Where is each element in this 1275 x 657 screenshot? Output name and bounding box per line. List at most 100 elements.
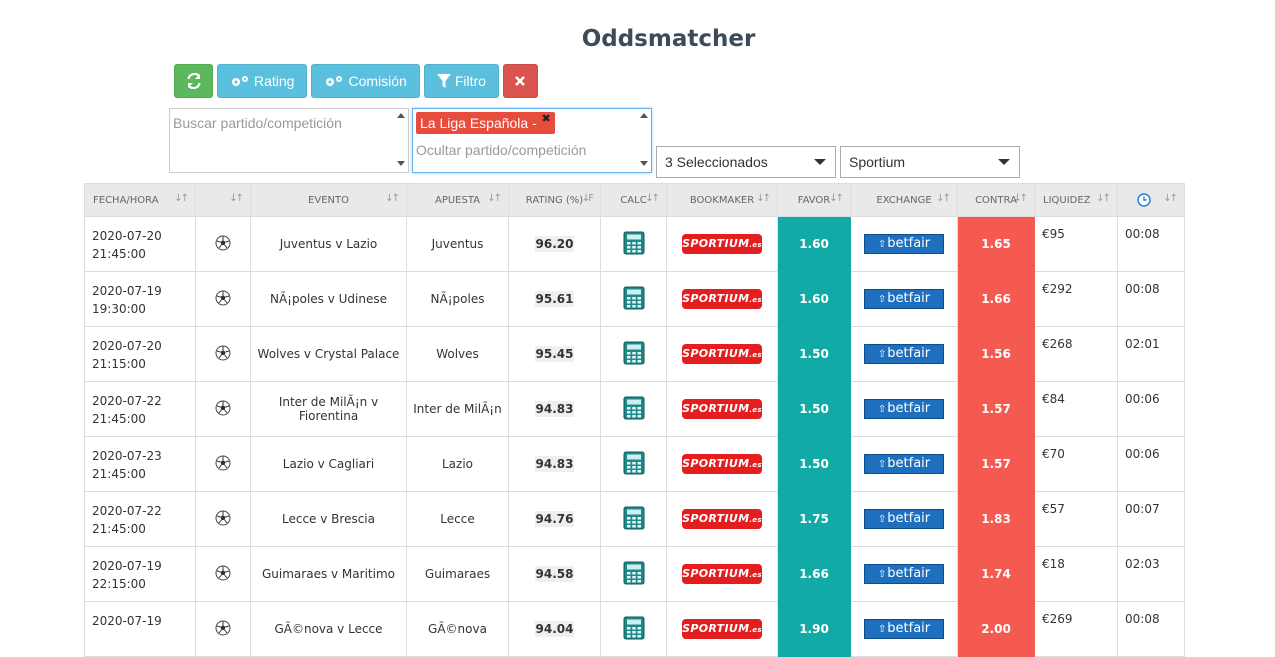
soccer-ball-icon <box>215 455 231 474</box>
table-row[interactable]: 2020-07-19 22:15:00 Guimaraes v Maritimo Gu… <box>84 546 1185 602</box>
sport-cell <box>195 326 251 382</box>
toolbar: Rating Comisión Filtro <box>174 64 538 98</box>
table-row[interactable]: 2020-07-20 21:15:00 Wolves v Crystal Palac… <box>84 326 1185 382</box>
clear-button[interactable] <box>502 64 538 98</box>
bet-cell: Wolves <box>406 326 509 382</box>
sort-icon: ↓↑ <box>645 193 660 204</box>
calculator-icon[interactable] <box>623 231 645 258</box>
scroll-up-icon[interactable] <box>640 113 648 118</box>
calculator-icon[interactable] <box>623 616 645 643</box>
sport-cell <box>195 436 251 492</box>
betfair-logo[interactable]: ⇧betfair <box>864 289 944 309</box>
calculator-icon[interactable] <box>623 561 645 588</box>
col-evento[interactable]: EVENTO ↓↑ <box>250 183 407 217</box>
date-value: 2020-07-19 <box>92 284 162 298</box>
sort-icon: ↓↑ <box>229 193 244 204</box>
rating-value: 94.58 <box>534 566 575 582</box>
calculator-icon[interactable] <box>623 451 645 478</box>
betfair-logo[interactable]: ⇧betfair <box>864 399 944 419</box>
col-contra[interactable]: CONTRA ↓↑ <box>957 183 1035 217</box>
col-apuesta[interactable]: APUESTA ↓↑ <box>406 183 509 217</box>
search-input[interactable]: Buscar partido/competición <box>169 108 409 173</box>
sportium-logo[interactable]: SPORTIUM.es <box>682 564 762 584</box>
sports-select[interactable]: 3 Seleccionados <box>656 146 836 178</box>
rating-value: 94.83 <box>534 401 575 417</box>
sportium-logo[interactable]: SPORTIUM.es <box>682 619 762 639</box>
scroll-down-icon[interactable] <box>640 161 648 166</box>
comision-button[interactable]: Comisión <box>311 64 420 98</box>
filtro-button[interactable]: Filtro <box>423 64 499 98</box>
sportium-logo[interactable]: SPORTIUM.es <box>682 399 762 419</box>
favor-cell: 1.60 <box>777 216 851 272</box>
sportium-logo[interactable]: SPORTIUM.es <box>682 289 762 309</box>
betfair-logo[interactable]: ⇧betfair <box>864 454 944 474</box>
col-calc[interactable]: CALC ↓↑ <box>600 183 667 217</box>
exchange-label: betfair <box>887 511 931 526</box>
scroll-up-icon[interactable] <box>397 113 405 118</box>
sportium-logo[interactable]: SPORTIUM.es <box>682 234 762 254</box>
remove-tag-icon[interactable]: ✖ <box>542 111 551 127</box>
comision-button-label: Comisión <box>348 73 407 89</box>
table-row[interactable]: 2020-07-22 21:45:00 Lecce v Brescia Lecce 94… <box>84 491 1185 547</box>
exchange-cell: ⇧betfair <box>850 381 958 437</box>
date-cell: 2020-07-23 21:45:00 <box>84 436 196 492</box>
rating-cell: 94.76 <box>508 491 601 547</box>
date-cell: 2020-07-19 <box>84 601 196 657</box>
col-sport[interactable]: ↓↑ <box>195 183 251 217</box>
table-row[interactable]: 2020-07-23 21:45:00 Lazio v Cagliari Lazio 9… <box>84 436 1185 492</box>
refresh-button[interactable] <box>174 64 213 98</box>
col-label: CALC <box>620 194 647 206</box>
col-age[interactable]: ↓↑ <box>1117 183 1185 217</box>
rating-button[interactable]: Rating <box>217 64 308 98</box>
sort-icon: ↓↑ <box>829 193 844 204</box>
table-row[interactable]: 2020-07-19 GÃ©nova v Lecce GÃ©nova 94.04 SPO… <box>84 601 1185 657</box>
sort-icon: ↓↑ <box>487 193 502 204</box>
betfair-logo[interactable]: ⇧betfair <box>864 344 944 364</box>
betfair-logo[interactable]: ⇧betfair <box>864 619 944 639</box>
sportium-logo[interactable]: SPORTIUM.es <box>682 454 762 474</box>
sportium-logo[interactable]: SPORTIUM.es <box>682 344 762 364</box>
bet-cell: Lazio <box>406 436 509 492</box>
betfair-logo[interactable]: ⇧betfair <box>864 509 944 529</box>
betfair-logo[interactable]: ⇧betfair <box>864 564 944 584</box>
scrollbar[interactable] <box>638 110 650 171</box>
calculator-icon[interactable] <box>623 506 645 533</box>
col-bookmaker[interactable]: BOOKMAKER ↓↑ <box>666 183 778 217</box>
bookmaker-suffix: .es <box>749 351 762 359</box>
betfair-arrow-icon: ⇧ <box>877 624 887 635</box>
contra-cell: 1.66 <box>957 271 1035 327</box>
col-rating[interactable]: RATING (%) ↓F <box>508 183 601 217</box>
contra-cell: 1.56 <box>957 326 1035 382</box>
bookmaker-select[interactable]: Sportium <box>840 146 1020 178</box>
liquidity-cell: €268 <box>1034 326 1118 382</box>
table-row[interactable]: 2020-07-22 21:45:00 Inter de MilÃ¡n v Fior… <box>84 381 1185 437</box>
scrollbar[interactable] <box>395 110 407 171</box>
calculator-icon[interactable] <box>623 286 645 313</box>
bookmaker-cell: SPORTIUM.es <box>666 491 778 547</box>
exchange-label: betfair <box>887 346 931 361</box>
calculator-icon[interactable] <box>623 396 645 423</box>
col-fecha[interactable]: FECHA/HORA ↓↑ <box>84 183 196 217</box>
col-favor[interactable]: FAVOR ↓↑ <box>777 183 851 217</box>
calculator-icon[interactable] <box>623 341 645 368</box>
contra-cell: 1.65 <box>957 216 1035 272</box>
exchange-cell: ⇧betfair <box>850 216 958 272</box>
rating-value: 95.61 <box>534 291 575 307</box>
table-row[interactable]: 2020-07-19 19:30:00 NÃ¡poles v Udinese NÃ¡p… <box>84 271 1185 327</box>
filter-icon <box>436 74 451 88</box>
betfair-arrow-icon: ⇧ <box>877 459 887 470</box>
soccer-ball-icon <box>215 510 231 529</box>
sportium-logo[interactable]: SPORTIUM.es <box>682 509 762 529</box>
col-exchange[interactable]: EXCHANGE ↓↑ <box>850 183 958 217</box>
bookmaker-label: SPORTIUM <box>682 512 750 525</box>
exchange-cell: ⇧betfair <box>850 436 958 492</box>
bet-cell: Juventus <box>406 216 509 272</box>
rating-cell: 95.45 <box>508 326 601 382</box>
hide-input[interactable]: La Liga Española - ✖ Ocultar partido/com… <box>412 108 652 173</box>
col-liquidez[interactable]: LIQUIDEZ ↓↑ <box>1034 183 1118 217</box>
calc-cell <box>600 601 667 657</box>
sport-cell <box>195 271 251 327</box>
table-row[interactable]: 2020-07-20 21:45:00 Juventus v Lazio Juvent… <box>84 216 1185 272</box>
betfair-logo[interactable]: ⇧betfair <box>864 234 944 254</box>
scroll-down-icon[interactable] <box>397 161 405 166</box>
